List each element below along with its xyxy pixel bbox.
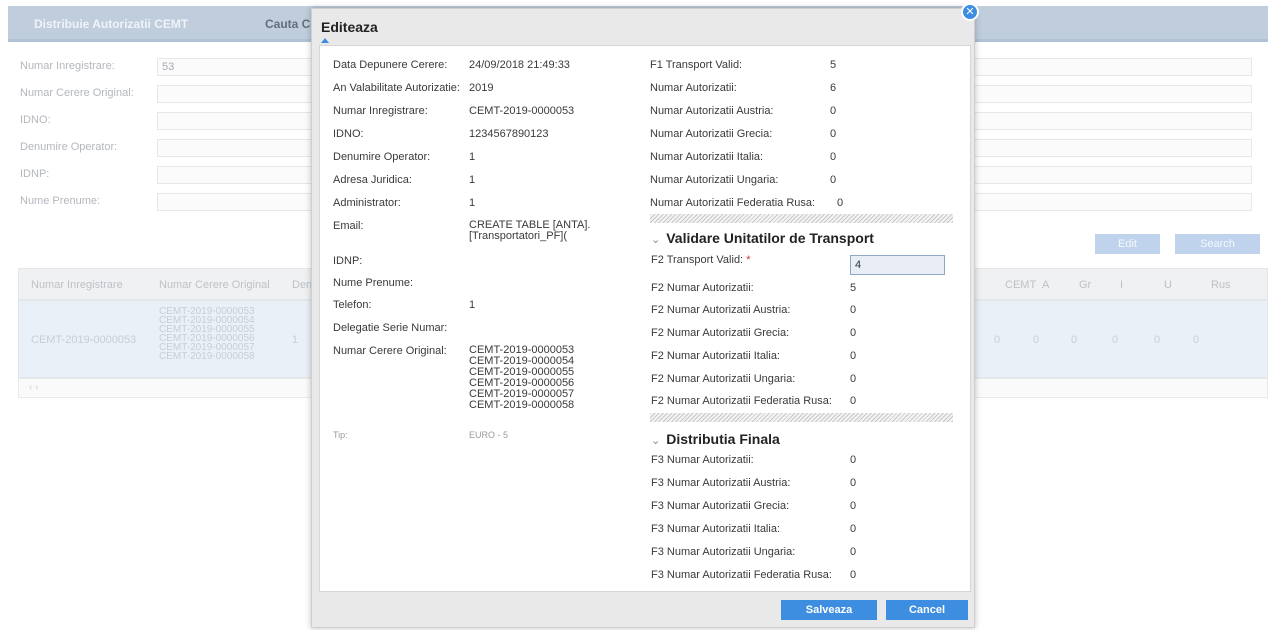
label-nume-prenume: Nume Prenume:	[333, 277, 414, 289]
label-denumire-operator: Denumire Operator:	[333, 151, 431, 163]
save-button[interactable]: Salveaza	[781, 600, 877, 620]
value-f1-italia: 0	[830, 151, 837, 163]
chevron-down-icon: ⌄	[651, 435, 661, 447]
label-administrator: Administrator:	[333, 197, 401, 209]
value-f2-ungaria: 0	[850, 373, 857, 385]
value-idno: 1234567890123	[469, 128, 549, 140]
label-adresa-juridica: Adresa Juridica:	[333, 174, 412, 186]
value-f3-ungaria: 0	[850, 546, 857, 558]
value-f2-numar: 5	[850, 282, 857, 294]
section-divider	[650, 413, 953, 422]
label-f1-numar: Numar Autorizatii:	[650, 82, 737, 94]
value-f2-rusa: 0	[850, 395, 857, 407]
value-f1-austria: 0	[830, 105, 837, 117]
caret-up-icon	[321, 38, 329, 43]
dialog-body: Data Depunere Cerere: 24/09/2018 21:49:3…	[319, 45, 971, 592]
label-f3-italia: F3 Numar Autorizatii Italia:	[651, 523, 780, 535]
label-f3-austria: F3 Numar Autorizatii Austria:	[651, 477, 791, 489]
f2-transport-valid-input[interactable]	[850, 255, 945, 275]
label-f3-ungaria: F3 Numar Autorizatii Ungaria:	[651, 546, 796, 558]
edit-dialog: Editeaza ✕ Data Depunere Cerere: 24/09/2…	[311, 3, 979, 628]
section-divider	[650, 214, 953, 223]
label-data-depunere: Data Depunere Cerere:	[333, 59, 448, 71]
label-an-valabilitate: An Valabilitate Autorizatie:	[333, 82, 460, 94]
value-f3-rusa: 0	[850, 569, 857, 581]
value-f3-austria: 0	[850, 477, 857, 489]
value-f3-italia: 0	[850, 523, 857, 535]
label-f3-numar: F3 Numar Autorizatii:	[651, 454, 754, 466]
value-f3-numar: 0	[850, 454, 857, 466]
close-icon[interactable]: ✕	[961, 3, 979, 21]
label-f1-italia: Numar Autorizatii Italia:	[650, 151, 764, 163]
label-idnp: IDNP:	[333, 255, 363, 267]
value-f1-grecia: 0	[830, 128, 837, 140]
value-f1-rusa: 0	[837, 197, 844, 209]
value-f2-italia: 0	[850, 350, 857, 362]
label-f2-grecia: F2 Numar Autorizatii Grecia:	[651, 327, 790, 339]
value-f1-transport: 5	[830, 59, 837, 71]
value-data-depunere: 24/09/2018 21:49:33	[469, 59, 570, 71]
value-denumire-operator: 1	[469, 151, 476, 163]
value-f2-austria: 0	[850, 304, 857, 316]
label-numar-cerere-original: Numar Cerere Original:	[333, 345, 447, 357]
label-f3-rusa: F3 Numar Autorizatii Federatia Rusa:	[651, 569, 832, 581]
section-distributia-title[interactable]: ⌄ Distributia Finala	[651, 431, 780, 447]
label-email: Email:	[333, 220, 364, 232]
value-f1-numar: 6	[830, 82, 837, 94]
value-tip: EURO - 5	[469, 430, 509, 440]
label-numar-inregistrare: Numar Inregistrare:	[333, 105, 428, 117]
value-numar-cerere-original: CEMT-2019-0000053 CEMT-2019-0000054 CEMT…	[469, 344, 575, 411]
label-f2-transport: F2 Transport Valid: *	[651, 254, 751, 266]
value-f1-ungaria: 0	[830, 174, 837, 186]
chevron-down-icon: ⌄	[651, 234, 661, 246]
label-f1-austria: Numar Autorizatii Austria:	[650, 105, 774, 117]
label-idno: IDNO:	[333, 128, 364, 140]
value-an-valabilitate: 2019	[469, 82, 494, 94]
value-telefon: 1	[469, 299, 476, 311]
label-f2-numar: F2 Numar Autorizatii:	[651, 282, 754, 294]
value-email: CREATE TABLE [ANTA]. [Transportatori_PF]…	[469, 219, 591, 242]
label-tip: Tip:	[333, 430, 348, 440]
label-f1-rusa: Numar Autorizatii Federatia Rusa:	[650, 197, 816, 209]
section-validare-title[interactable]: ⌄ Validare Unitatilor de Transport	[651, 230, 874, 246]
label-f2-ungaria: F2 Numar Autorizatii Ungaria:	[651, 373, 796, 385]
label-telefon: Telefon:	[333, 299, 372, 311]
value-administrator: 1	[469, 197, 476, 209]
value-numar-inregistrare: CEMT-2019-0000053	[469, 105, 575, 117]
value-adresa-juridica: 1	[469, 174, 476, 186]
value-f3-grecia: 0	[850, 500, 857, 512]
label-f1-grecia: Numar Autorizatii Grecia:	[650, 128, 773, 140]
value-f2-grecia: 0	[850, 327, 857, 339]
label-f1-transport: F1 Transport Valid:	[650, 59, 743, 71]
required-marker: *	[746, 254, 751, 266]
label-delegatie: Delegatie Serie Numar:	[333, 322, 448, 334]
cancel-button[interactable]: Cancel	[886, 600, 968, 620]
label-f3-grecia: F3 Numar Autorizatii Grecia:	[651, 500, 790, 512]
label-f1-ungaria: Numar Autorizatii Ungaria:	[650, 174, 779, 186]
dialog-title: Editeaza	[321, 19, 378, 35]
label-f2-austria: F2 Numar Autorizatii Austria:	[651, 304, 791, 316]
label-f2-rusa: F2 Numar Autorizatii Federatia Rusa:	[651, 395, 832, 407]
label-f2-italia: F2 Numar Autorizatii Italia:	[651, 350, 780, 362]
